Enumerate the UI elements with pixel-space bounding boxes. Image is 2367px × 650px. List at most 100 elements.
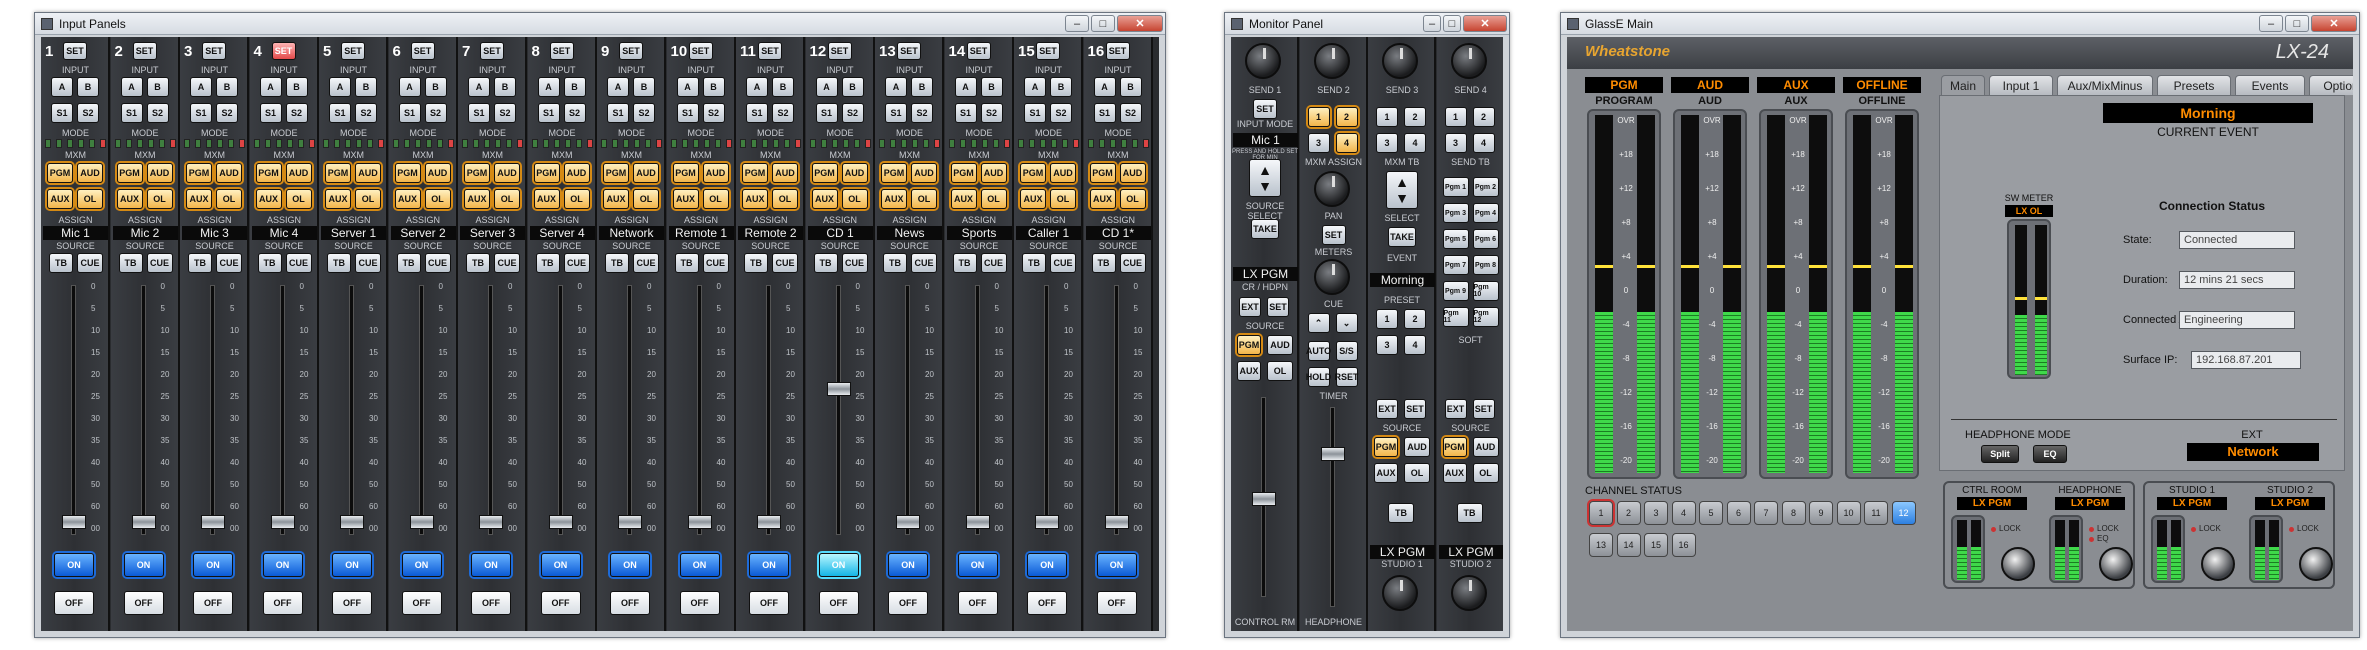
input-a-button[interactable]: A bbox=[468, 77, 490, 97]
fader-cap[interactable] bbox=[479, 515, 503, 529]
input-b-button[interactable]: B bbox=[146, 77, 169, 97]
timer-ss-button[interactable]: S/S bbox=[1335, 341, 1358, 361]
pan-knob[interactable] bbox=[1313, 171, 1350, 207]
channel-off-button[interactable]: OFF bbox=[540, 591, 581, 615]
soft-pgm-button[interactable]: Pgm 7 bbox=[1442, 255, 1469, 275]
channel-status-button[interactable]: 6 bbox=[1726, 501, 1751, 525]
set-button[interactable]: SET bbox=[63, 42, 87, 60]
assign-aud-button[interactable]: AUD bbox=[216, 163, 242, 183]
assign-aux-button[interactable]: AUX bbox=[881, 189, 907, 209]
channel-status-button[interactable]: 3 bbox=[1644, 501, 1668, 525]
assign-pgm-button[interactable]: PGM bbox=[742, 163, 768, 183]
soft-pgm-button[interactable]: Pgm 6 bbox=[1472, 229, 1499, 249]
set-button[interactable]: SET bbox=[758, 42, 782, 60]
assign-aux-button[interactable]: AUX bbox=[811, 189, 838, 209]
input-s2-button[interactable]: S2 bbox=[1119, 103, 1142, 123]
input-b-button[interactable]: B bbox=[841, 77, 864, 97]
set-button[interactable]: SET bbox=[271, 42, 296, 60]
input-s2-button[interactable]: S2 bbox=[1050, 103, 1072, 123]
input-b-button[interactable]: B bbox=[633, 77, 655, 97]
assign-aud-button[interactable]: AUD bbox=[146, 163, 173, 183]
send1-set-button[interactable]: SET bbox=[1253, 99, 1277, 119]
channel-off-button[interactable]: OFF bbox=[1027, 591, 1067, 615]
headphone-eq-button[interactable]: EQ bbox=[2033, 445, 2067, 463]
studio1-aux-button[interactable]: AUX bbox=[1374, 463, 1398, 483]
monitor-level-knob[interactable] bbox=[2299, 547, 2333, 581]
channel-on-button[interactable]: ON bbox=[401, 553, 442, 577]
mxmtb-4-button[interactable]: 4 bbox=[1404, 133, 1426, 153]
cr-aud-button[interactable]: AUD bbox=[1267, 335, 1293, 355]
studio2-pgm-button[interactable]: PGM bbox=[1442, 437, 1467, 457]
event-take-button[interactable]: TAKE bbox=[1388, 227, 1416, 247]
input-panels-titlebar[interactable]: Input Panels bbox=[35, 13, 1165, 35]
tab-events[interactable]: Events bbox=[2235, 75, 2305, 95]
fader-cap[interactable] bbox=[270, 515, 295, 529]
mxmtb-3-button[interactable]: 3 bbox=[1376, 133, 1398, 153]
set-button[interactable]: SET bbox=[480, 42, 504, 60]
cue-button[interactable]: CUE bbox=[563, 253, 590, 273]
fader-cap[interactable] bbox=[62, 515, 86, 529]
soft-pgm-button[interactable]: Pgm 11 bbox=[1442, 307, 1469, 327]
assign-aux-button[interactable]: AUX bbox=[603, 189, 629, 209]
timer-reset-button[interactable]: RSET bbox=[1335, 367, 1359, 387]
channel-on-button[interactable]: ON bbox=[193, 553, 233, 577]
channel-on-button[interactable]: ON bbox=[54, 553, 94, 577]
channel-off-button[interactable]: OFF bbox=[610, 591, 650, 615]
cue-button[interactable]: CUE bbox=[1119, 253, 1146, 273]
input-s2-button[interactable]: S2 bbox=[702, 103, 725, 123]
studio2-level-knob[interactable] bbox=[1450, 575, 1487, 611]
set-button[interactable]: SET bbox=[966, 42, 991, 60]
take-button[interactable]: TAKE bbox=[1251, 219, 1279, 239]
set-button[interactable]: SET bbox=[827, 42, 852, 60]
source-select-arrows[interactable]: ▲ ▼ bbox=[1249, 159, 1281, 197]
assign-ol-button[interactable]: OL bbox=[355, 189, 381, 209]
headphone-split-button[interactable]: Split bbox=[1981, 445, 2019, 463]
input-s1-button[interactable]: S1 bbox=[190, 103, 212, 123]
studio2-aux-button[interactable]: AUX bbox=[1442, 463, 1467, 483]
assign-aud-button[interactable]: AUD bbox=[841, 163, 868, 183]
assign-ol-button[interactable]: OL bbox=[494, 189, 520, 209]
set-button[interactable]: SET bbox=[688, 42, 713, 60]
assign-ol-button[interactable]: OL bbox=[1050, 189, 1076, 209]
monitor-level-knob[interactable] bbox=[2201, 547, 2235, 581]
input-b-button[interactable]: B bbox=[980, 77, 1003, 97]
input-s2-button[interactable]: S2 bbox=[285, 103, 308, 123]
channel-on-button[interactable]: ON bbox=[679, 553, 720, 577]
tab-main[interactable]: Main bbox=[1941, 75, 1985, 95]
fader-cap[interactable] bbox=[409, 515, 434, 529]
assign-aux-button[interactable]: AUX bbox=[1020, 189, 1046, 209]
assign-ol-button[interactable]: OL bbox=[424, 189, 451, 209]
mxm-3-button[interactable]: 3 bbox=[1307, 133, 1330, 153]
assign-pgm-button[interactable]: PGM bbox=[255, 163, 282, 183]
headphone-fader[interactable] bbox=[1320, 447, 1345, 461]
assign-aux-button[interactable]: AUX bbox=[47, 189, 73, 209]
input-b-button[interactable]: B bbox=[1119, 77, 1142, 97]
cue-button[interactable]: CUE bbox=[216, 253, 242, 273]
cue-button[interactable]: CUE bbox=[146, 253, 173, 273]
cue-button[interactable]: CUE bbox=[911, 253, 937, 273]
studio2-ext-button[interactable]: EXT bbox=[1444, 399, 1467, 419]
minimize-button[interactable]: – bbox=[1065, 15, 1089, 32]
assign-aux-button[interactable]: AUX bbox=[950, 189, 977, 209]
channel-on-button[interactable]: ON bbox=[471, 553, 511, 577]
input-b-button[interactable]: B bbox=[424, 77, 447, 97]
cue-left-button[interactable]: ⌃ bbox=[1307, 313, 1330, 333]
input-s1-button[interactable]: S1 bbox=[537, 103, 560, 123]
set-button[interactable]: SET bbox=[897, 42, 921, 60]
assign-ol-button[interactable]: OL bbox=[285, 189, 312, 209]
assign-ol-button[interactable]: OL bbox=[702, 189, 729, 209]
assign-pgm-button[interactable]: PGM bbox=[811, 163, 838, 183]
input-a-button[interactable]: A bbox=[51, 77, 73, 97]
channel-off-button[interactable]: OFF bbox=[401, 591, 442, 615]
channel-on-button[interactable]: ON bbox=[262, 553, 303, 577]
assign-aux-button[interactable]: AUX bbox=[325, 189, 351, 209]
cr-set-button[interactable]: SET bbox=[1267, 297, 1289, 317]
channel-status-button[interactable]: 12 bbox=[1891, 501, 1916, 525]
input-s1-button[interactable]: S1 bbox=[329, 103, 351, 123]
input-a-button[interactable]: A bbox=[329, 77, 351, 97]
cue-button[interactable]: CUE bbox=[841, 253, 868, 273]
tab-auxmixminus[interactable]: Aux/MixMinus bbox=[2057, 75, 2153, 95]
input-b-button[interactable]: B bbox=[772, 77, 794, 97]
cue-button[interactable]: CUE bbox=[772, 253, 798, 273]
assign-aux-button[interactable]: AUX bbox=[116, 189, 143, 209]
